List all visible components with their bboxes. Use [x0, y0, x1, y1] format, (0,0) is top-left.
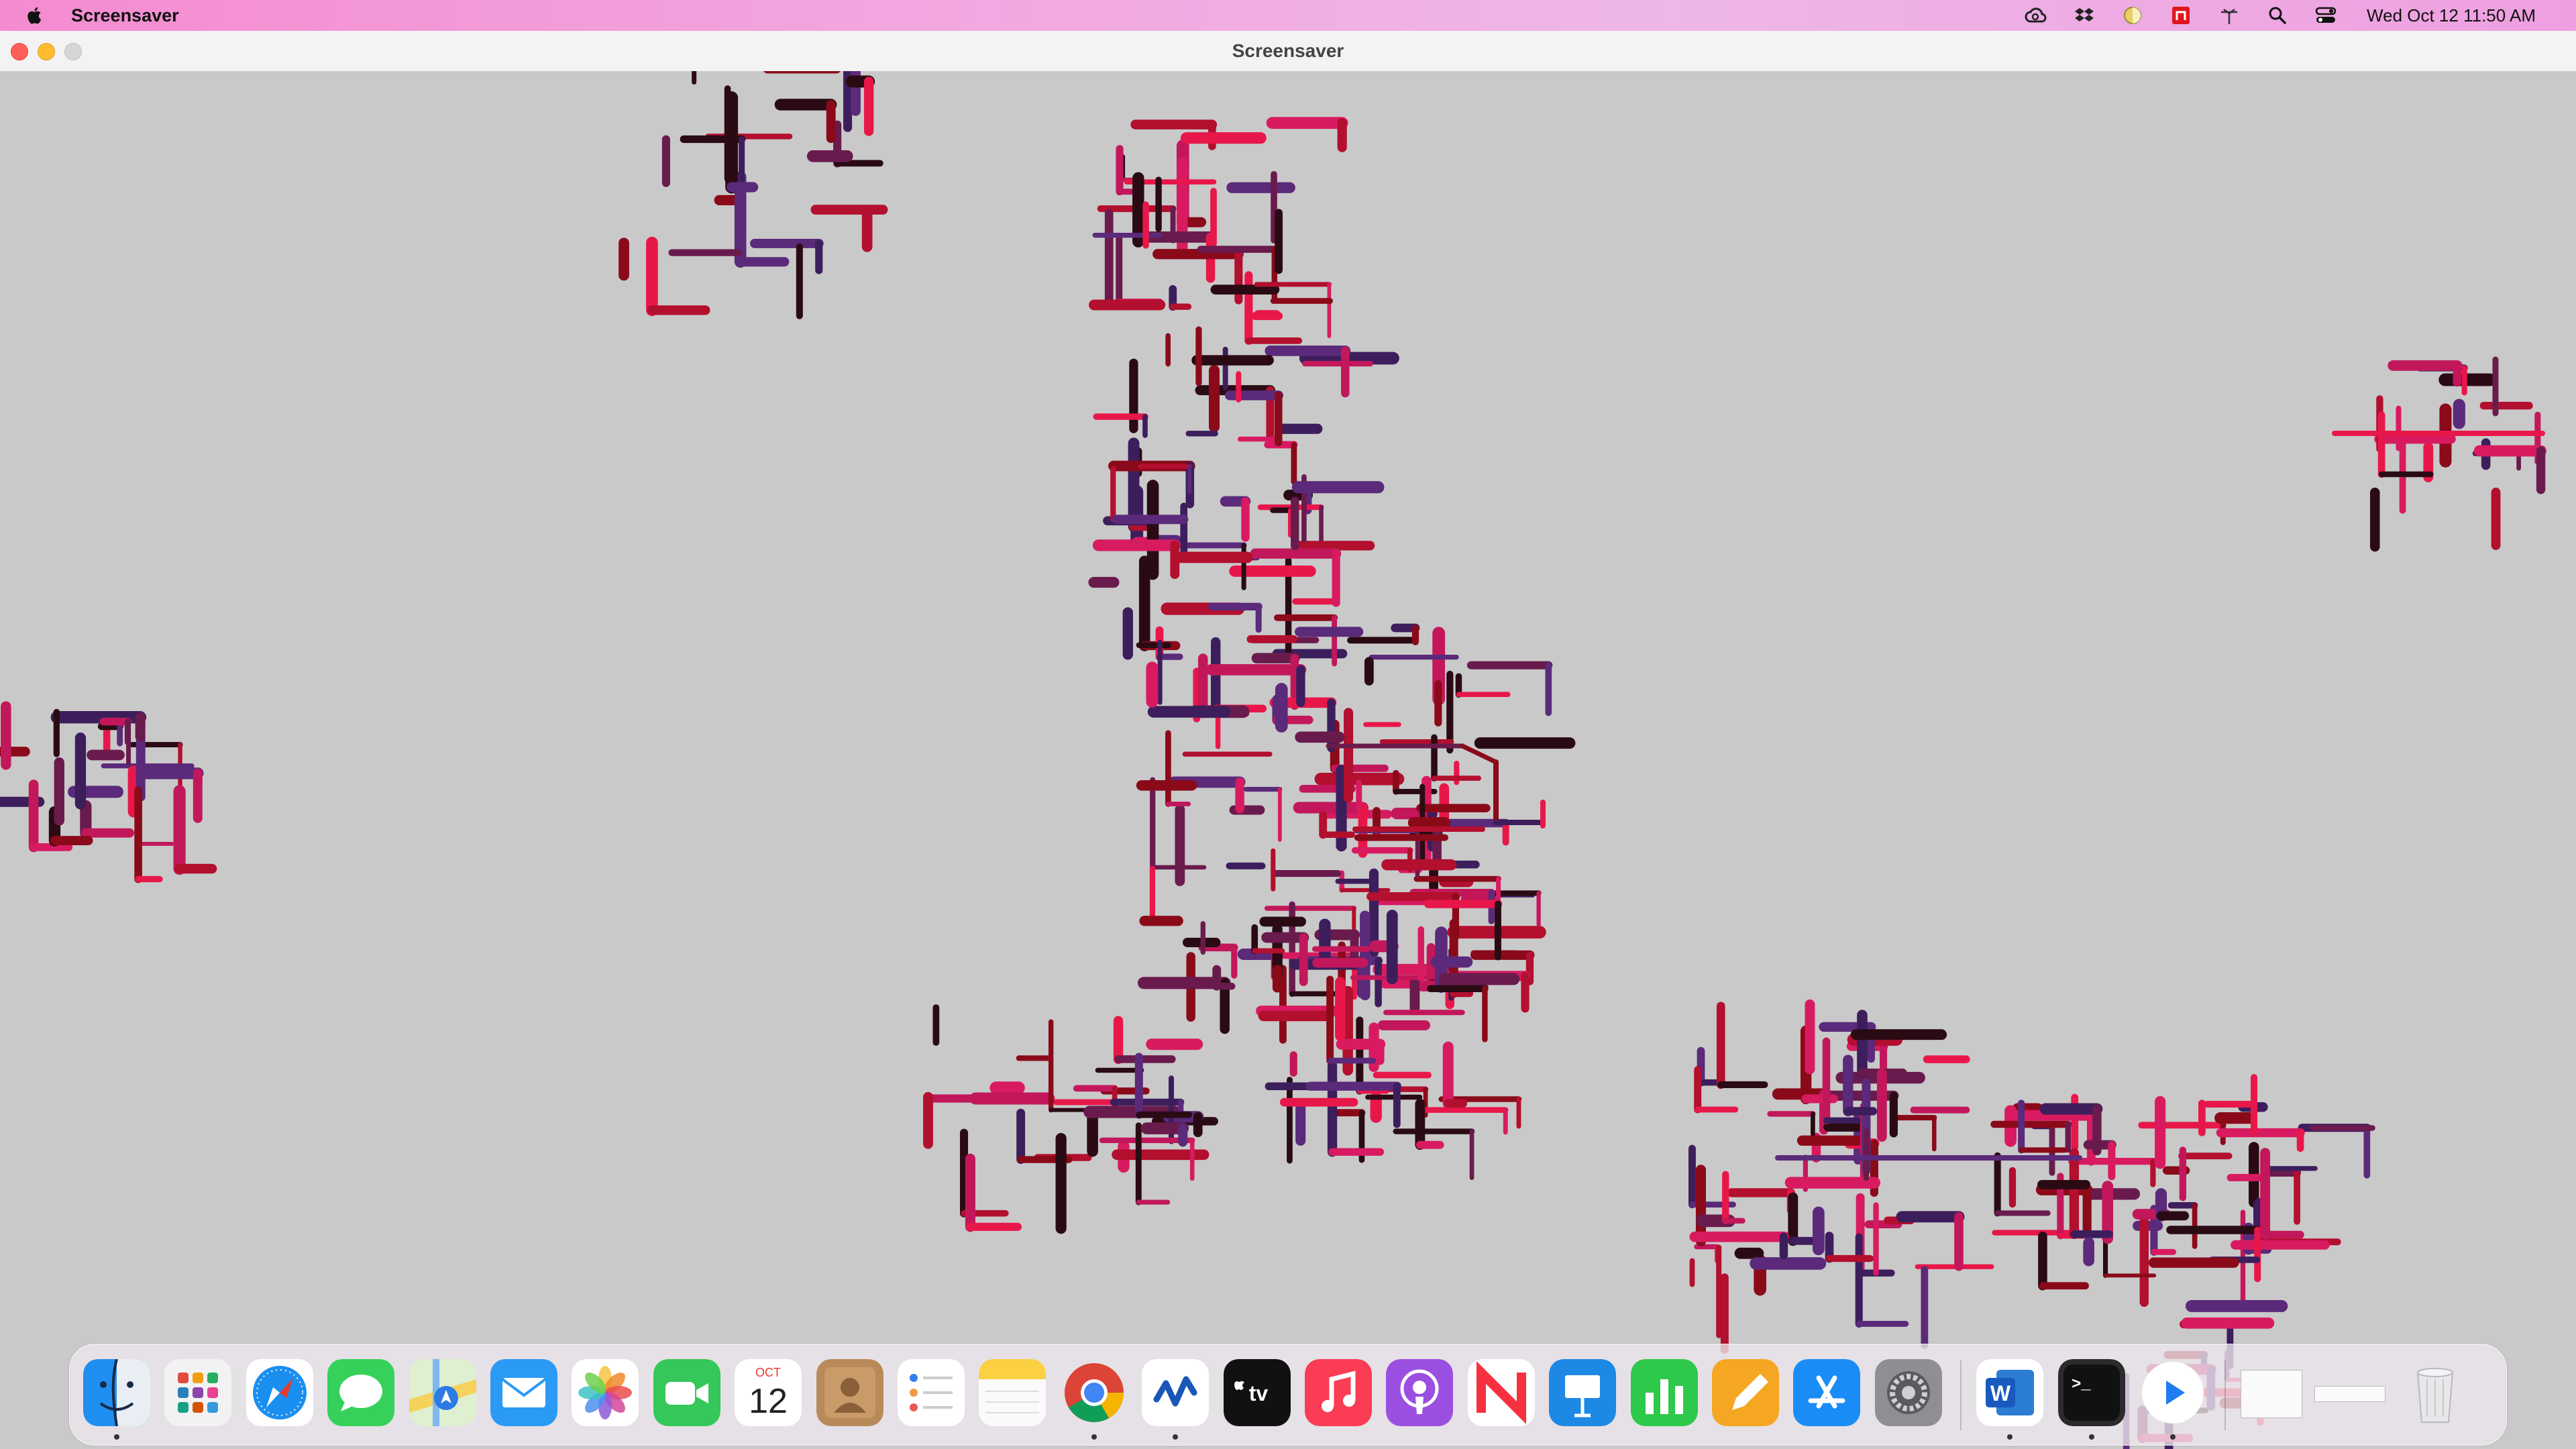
apple-menu-icon[interactable] — [24, 5, 46, 26]
window-title: Screensaver — [1232, 40, 1344, 61]
tv-label: tv — [1248, 1381, 1268, 1405]
mail-icon[interactable] — [490, 1359, 557, 1426]
contacts-icon[interactable] — [816, 1359, 883, 1426]
running-indicator — [2007, 1434, 2013, 1440]
safari-icon[interactable] — [246, 1359, 313, 1426]
app-store-icon[interactable] — [1793, 1359, 1861, 1426]
creative-cloud-icon[interactable] — [2023, 5, 2049, 25]
podcasts-icon[interactable] — [1386, 1359, 1454, 1426]
menu-clock[interactable]: Wed Oct 12 11:50 AM — [2367, 5, 2536, 26]
search-icon[interactable] — [2265, 5, 2290, 25]
messages-icon[interactable] — [327, 1359, 395, 1426]
maps-icon[interactable] — [409, 1359, 476, 1426]
launchpad-icon[interactable] — [164, 1359, 232, 1426]
terminal-icon[interactable]: >_ — [2057, 1359, 2125, 1426]
music-icon[interactable] — [1305, 1359, 1372, 1426]
dock-separator — [2224, 1360, 2226, 1430]
running-indicator — [1173, 1434, 1179, 1440]
adobe-acrobat-icon[interactable] — [2168, 5, 2194, 25]
numbers-icon[interactable] — [1630, 1359, 1698, 1426]
control-center-icon[interactable] — [2313, 5, 2339, 25]
pages-icon[interactable] — [1712, 1359, 1779, 1426]
dropbox-icon[interactable] — [2072, 5, 2097, 25]
screensaver-canvas — [0, 71, 2576, 1449]
calendar-month: OCT — [755, 1366, 781, 1379]
status-area: Wed Oct 12 11:50 AM — [2023, 0, 2536, 31]
chrome-icon[interactable] — [1061, 1359, 1128, 1426]
running-indicator — [114, 1434, 119, 1440]
photos-icon[interactable] — [572, 1359, 639, 1426]
apple-tv-icon[interactable]: tv — [1223, 1359, 1291, 1426]
word-letter: W — [1990, 1381, 2011, 1405]
menu-bar: Screensaver Wed Oct 12 11:50 AM — [0, 0, 2576, 31]
play-icon[interactable] — [2139, 1359, 2206, 1426]
news-icon[interactable] — [1467, 1359, 1535, 1426]
dock-separator — [1960, 1360, 1962, 1430]
trash-icon[interactable] — [2402, 1359, 2469, 1426]
wifi-antenna-icon[interactable] — [2216, 5, 2242, 25]
facetime-icon[interactable] — [653, 1359, 720, 1426]
reminders-icon[interactable] — [898, 1359, 965, 1426]
keynote-icon[interactable] — [1549, 1359, 1617, 1426]
recent-document-thumbnail[interactable] — [2241, 1370, 2303, 1418]
running-indicator — [1091, 1434, 1097, 1440]
toggle-app-icon[interactable] — [2120, 5, 2145, 25]
recent-document-thumbnail[interactable] — [2314, 1386, 2386, 1402]
calendar-icon[interactable]: OCT 12 — [735, 1359, 802, 1426]
running-indicator — [2088, 1434, 2094, 1440]
calendar-day: 12 — [749, 1382, 788, 1421]
notes-icon[interactable] — [979, 1359, 1046, 1426]
finder-icon[interactable] — [83, 1359, 150, 1426]
dock: OCT 12 tv W >_ — [69, 1344, 2507, 1446]
terminal-prompt: >_ — [2072, 1376, 2091, 1394]
window-titlebar[interactable]: Screensaver — [0, 31, 2576, 72]
pulse-icon[interactable] — [1142, 1359, 1210, 1426]
menu-app-name[interactable]: Screensaver — [71, 5, 179, 26]
system-preferences-icon[interactable] — [1874, 1359, 1942, 1426]
running-indicator — [2170, 1434, 2176, 1440]
pipes-artwork — [0, 71, 2546, 1449]
word-icon[interactable]: W — [1976, 1359, 2044, 1426]
